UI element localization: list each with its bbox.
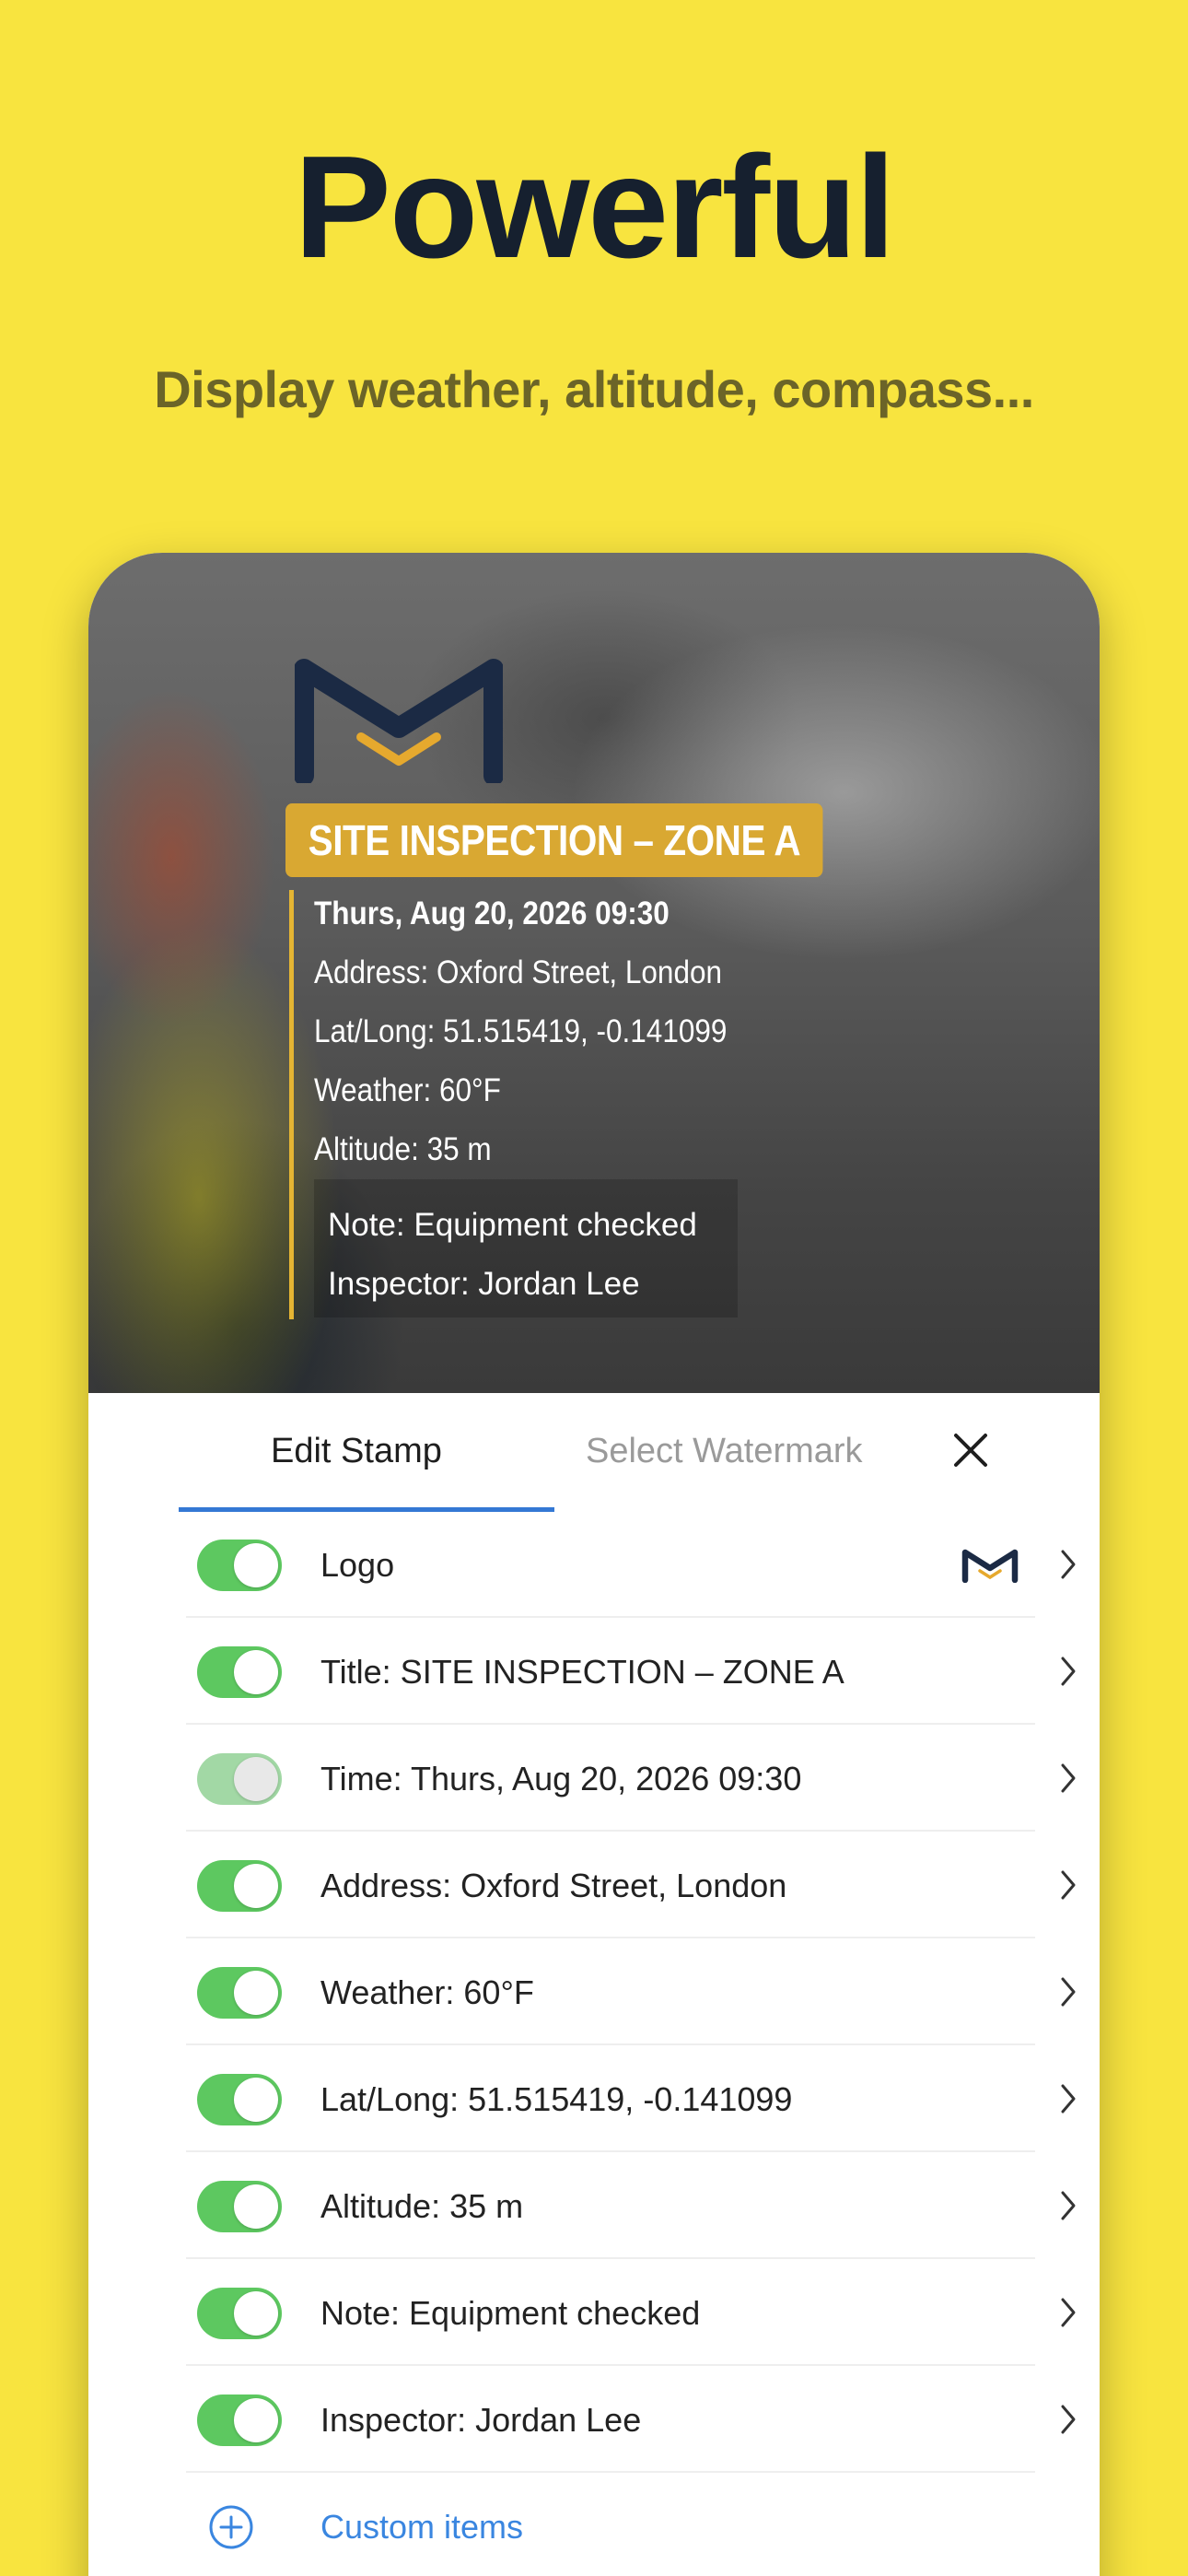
m-logo-icon [295,659,503,783]
add-custom-item-button[interactable]: Custom items [186,2473,1035,2576]
stamp-accent-bar [289,890,294,1319]
headline: Powerful [294,126,895,288]
chevron-right-icon [1061,2405,1076,2434]
stamp-time: Thurs, Aug 20, 2026 09:30 [314,896,670,931]
note-toggle[interactable] [197,2288,282,2339]
row-label: Lat/Long: 51.515419, -0.141099 [320,2080,793,2118]
row-label: Title: SITE INSPECTION – ZONE A [320,1653,844,1691]
row-label: Altitude: 35 m [320,2187,524,2225]
chevron-right-icon [1061,1977,1076,2007]
latlong-toggle[interactable] [197,2074,282,2125]
row-label: Time: Thurs, Aug 20, 2026 09:30 [320,1760,802,1797]
m-logo-icon [961,1549,1019,1583]
camera-preview: SITE INSPECTION – ZONE A Thurs, Aug 20, … [88,553,1100,1393]
weather-toggle[interactable] [197,1967,282,2019]
list-item-time[interactable]: Time: Thurs, Aug 20, 2026 09:30 [186,1725,1076,1832]
stamp-title: SITE INSPECTION – ZONE A [285,803,823,877]
tab-bar: Edit Stamp Select Watermark [88,1393,1100,1513]
chevron-right-icon [1061,1763,1076,1793]
stamp-details: Thurs, Aug 20, 2026 09:30 Address: Oxfor… [314,884,773,1179]
chevron-right-icon [1061,1550,1076,1579]
list-item-weather[interactable]: Weather: 60°F [186,1938,1076,2045]
list-item-title[interactable]: Title: SITE INSPECTION – ZONE A [186,1618,1076,1725]
stamp-inspector: Inspector: Jordan Lee [328,1266,640,1302]
row-label: Weather: 60°F [320,1973,534,2011]
row-label: Inspector: Jordan Lee [320,2401,642,2439]
stamp-note-box: Note: Equipment checked Inspector: Jorda… [314,1179,738,1317]
stamp-note: Note: Equipment checked [328,1207,697,1243]
chevron-right-icon [1061,2191,1076,2220]
edit-panel: Edit Stamp Select Watermark Logo Title: … [88,1393,1100,2576]
row-label: Note: Equipment checked [320,2294,701,2332]
logo-toggle[interactable] [197,1540,282,1591]
list-item-note[interactable]: Note: Equipment checked [186,2259,1076,2366]
plus-circle-icon [209,2505,253,2549]
list-item-address[interactable]: Address: Oxford Street, London [186,1832,1076,1938]
custom-items-label: Custom items [320,2508,524,2546]
close-icon[interactable] [949,1428,993,1472]
tab-edit-stamp[interactable]: Edit Stamp [271,1428,442,1474]
list-item-latlong[interactable]: Lat/Long: 51.515419, -0.141099 [186,2045,1076,2152]
stamp-latlong: Lat/Long: 51.515419, -0.141099 [314,1013,728,1049]
app-preview-card: SITE INSPECTION – ZONE A Thurs, Aug 20, … [88,553,1100,2576]
row-label: Address: Oxford Street, London [320,1867,787,1904]
tab-select-watermark[interactable]: Select Watermark [586,1428,863,1474]
address-toggle[interactable] [197,1860,282,1912]
subheadline: Display weather, altitude, compass... [154,360,1034,418]
row-label: Logo [320,1546,395,1584]
title-toggle[interactable] [197,1646,282,1698]
list-item-logo[interactable]: Logo [186,1511,1076,1618]
chevron-right-icon [1061,1870,1076,1900]
stamp-altitude: Altitude: 35 m [314,1131,492,1167]
altitude-toggle[interactable] [197,2181,282,2232]
list-item-altitude[interactable]: Altitude: 35 m [186,2152,1076,2259]
chevron-right-icon [1061,2298,1076,2327]
list-item-inspector[interactable]: Inspector: Jordan Lee [186,2366,1076,2473]
inspector-toggle[interactable] [197,2395,282,2446]
stamp-weather: Weather: 60°F [314,1072,501,1108]
time-toggle[interactable] [197,1753,282,1805]
stamp-address: Address: Oxford Street, London [314,954,723,990]
chevron-right-icon [1061,1657,1076,1686]
chevron-right-icon [1061,2084,1076,2113]
stamp-item-list: Logo Title: SITE INSPECTION – ZONE A Tim… [186,1511,1076,2576]
